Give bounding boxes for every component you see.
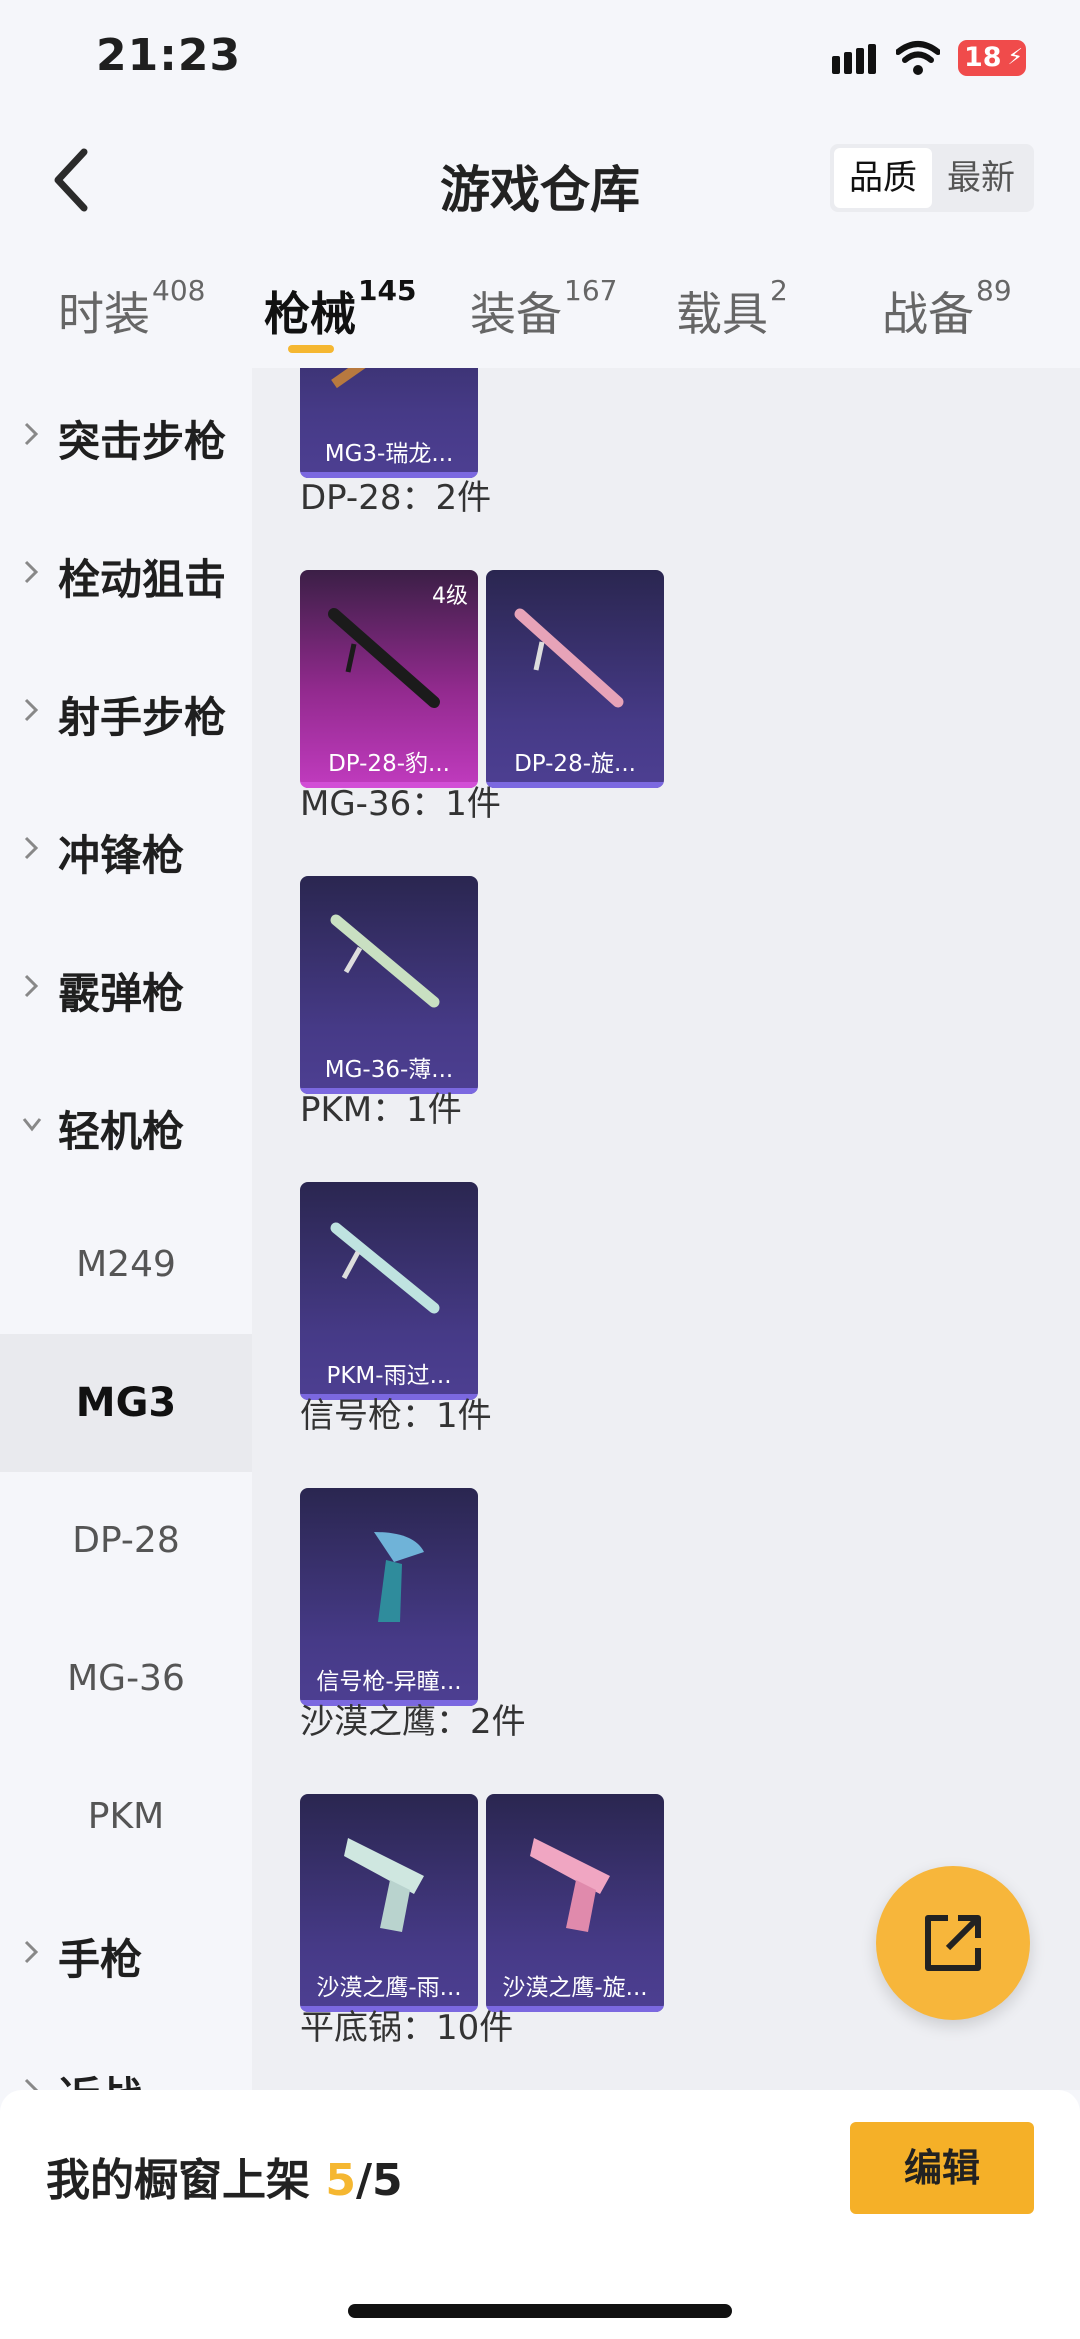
sidebar-sub-m249[interactable]: M249 [0, 1196, 252, 1334]
item-card[interactable]: 沙漠之鹰-旋... [486, 1794, 664, 2012]
item-grid: MG3-瑞龙... DP-28：2件 4级 DP-28-豹... DP-28-旋… [252, 368, 1080, 2090]
item-card-name: 信号枪-异瞳... [316, 1669, 462, 1695]
shelf-label: 我的橱窗上架 [46, 2155, 326, 2206]
status-time: 21:23 [96, 30, 242, 81]
category-tabs: 时装408 枪械145 装备167 载具2 战备89 [0, 250, 1080, 368]
item-card-name: DP-28-豹... [328, 751, 450, 777]
weapon-icon [344, 1838, 424, 1932]
battery-indicator: 18 ⚡ [958, 40, 1026, 76]
category-sidebar: 突击步枪 栓动狙击 射手步枪 冲锋枪 霰弹枪 轻机枪 M249 MG3 DP-2… [0, 368, 252, 2090]
sidebar-item-shotgun[interactable]: 霰弹枪 [0, 920, 252, 1058]
tab-count: 89 [976, 274, 1012, 307]
shelf-current: 5 [325, 2155, 356, 2206]
tab-label: 装备 [470, 287, 562, 341]
sidebar-sub-mg3[interactable]: MG3 [0, 1334, 252, 1472]
chevron-right-icon [24, 1940, 39, 1964]
sort-newest-button[interactable]: 最新 [932, 148, 1030, 208]
active-tab-indicator [288, 345, 334, 353]
item-card[interactable]: PKM-雨过... [300, 1182, 478, 1400]
weapon-icon [331, 368, 366, 389]
sidebar-item-label: 霰弹枪 [58, 969, 185, 1018]
shelf-total: /5 [355, 2155, 403, 2206]
sidebar-item-bolt-sniper[interactable]: 栓动狙击 [0, 506, 252, 644]
sidebar-sub-mg36[interactable]: MG-36 [0, 1610, 252, 1748]
item-card-name: MG3-瑞龙... [324, 441, 454, 467]
sidebar-sub-pkm[interactable]: PKM [0, 1748, 252, 1886]
edit-button[interactable]: 编辑 [850, 2122, 1034, 2214]
sidebar-item-lmg[interactable]: 轻机枪 [0, 1058, 252, 1196]
sidebar-item-label: 手枪 [58, 1935, 143, 1984]
chevron-right-icon [24, 560, 39, 584]
item-card[interactable]: 沙漠之鹰-雨... [300, 1794, 478, 2012]
weapon-icon [530, 1838, 610, 1932]
item-card[interactable]: DP-28-旋... [486, 570, 664, 788]
sidebar-item-label: 射手步枪 [58, 693, 227, 742]
tab-count: 408 [152, 274, 206, 307]
share-external-icon [925, 1915, 981, 1971]
header: 游戏仓库 品质 最新 [0, 120, 1080, 240]
sidebar-item-marksman-rifle[interactable]: 射手步枪 [0, 644, 252, 782]
weapon-icon [514, 608, 624, 708]
weapon-icon [328, 608, 440, 708]
item-card[interactable]: 信号枪-异瞳... [300, 1488, 478, 1706]
sidebar-item-assault-rifle[interactable]: 突击步枪 [0, 368, 252, 506]
chevron-right-icon [24, 422, 39, 446]
tab-equipment[interactable]: 装备167 [470, 274, 617, 344]
weapon-icon [330, 914, 440, 1008]
section-title: 信号枪：1件 [300, 1396, 492, 1436]
tab-vehicles[interactable]: 载具2 [676, 274, 788, 344]
status-bar: 21:23 18 ⚡ [0, 0, 1080, 120]
sidebar-item-pistol[interactable]: 手枪 [0, 1886, 252, 2024]
item-card-name: MG-36-薄... [324, 1057, 454, 1083]
battery-level: 18 [964, 42, 1002, 73]
chevron-down-icon [22, 1118, 42, 1132]
chevron-right-icon [24, 698, 39, 722]
sidebar-item-label: 冲锋枪 [58, 831, 185, 880]
chevron-right-icon [24, 974, 39, 998]
sidebar-item-label: 近战 [58, 2064, 142, 2090]
wifi-icon [896, 41, 940, 75]
tab-count: 167 [564, 274, 618, 307]
weapon-icon [330, 1222, 440, 1314]
sidebar-item-label: 突击步枪 [58, 417, 227, 466]
tab-label: 时装 [58, 287, 150, 341]
sidebar-sub-dp28[interactable]: DP-28 [0, 1472, 252, 1610]
chevron-right-icon [24, 2078, 39, 2090]
home-indicator [348, 2304, 732, 2318]
tab-fashion[interactable]: 时装408 [58, 274, 205, 344]
sidebar-item-label: 轻机枪 [58, 1107, 185, 1156]
tab-firearms[interactable]: 枪械145 [264, 274, 416, 344]
cellular-signal-icon [832, 44, 876, 74]
item-card[interactable]: MG-36-薄... [300, 876, 478, 1094]
section-title: 沙漠之鹰：2件 [300, 1702, 526, 1742]
sidebar-item-label: 栓动狙击 [58, 555, 227, 604]
shelf-status: 我的橱窗上架 5/5 [46, 2144, 403, 2208]
share-button[interactable] [876, 1866, 1030, 2020]
item-card-name: PKM-雨过... [326, 1363, 452, 1389]
weapon-icon [374, 1532, 424, 1622]
bottom-bar: 我的橱窗上架 5/5 编辑 [0, 2090, 1080, 2339]
tab-supplies[interactable]: 战备89 [882, 274, 1012, 344]
sort-toggle: 品质 最新 [830, 144, 1034, 212]
item-card-name: DP-28-旋... [514, 751, 636, 777]
tab-label: 战备 [882, 287, 974, 341]
tab-count: 2 [770, 274, 788, 307]
sidebar-item-melee[interactable]: 近战 [0, 2024, 252, 2090]
sort-quality-button[interactable]: 品质 [834, 148, 932, 208]
section-title: DP-28：2件 [300, 478, 492, 518]
item-card-name: 沙漠之鹰-旋... [502, 1975, 648, 2001]
charging-bolt-icon: ⚡ [1007, 45, 1023, 70]
sidebar-item-smg[interactable]: 冲锋枪 [0, 782, 252, 920]
chevron-right-icon [24, 836, 39, 860]
section-title: MG-36：1件 [300, 784, 501, 824]
section-title: PKM：1件 [300, 1090, 462, 1130]
item-card[interactable]: MG3-瑞龙... [300, 368, 478, 478]
item-card[interactable]: 4级 DP-28-豹... [300, 570, 478, 788]
tab-count: 145 [358, 274, 417, 307]
item-card-name: 沙漠之鹰-雨... [316, 1975, 462, 2001]
section-title: 平底锅：10件 [300, 2008, 514, 2048]
tab-label: 枪械 [264, 287, 356, 341]
tab-label: 载具 [676, 287, 768, 341]
